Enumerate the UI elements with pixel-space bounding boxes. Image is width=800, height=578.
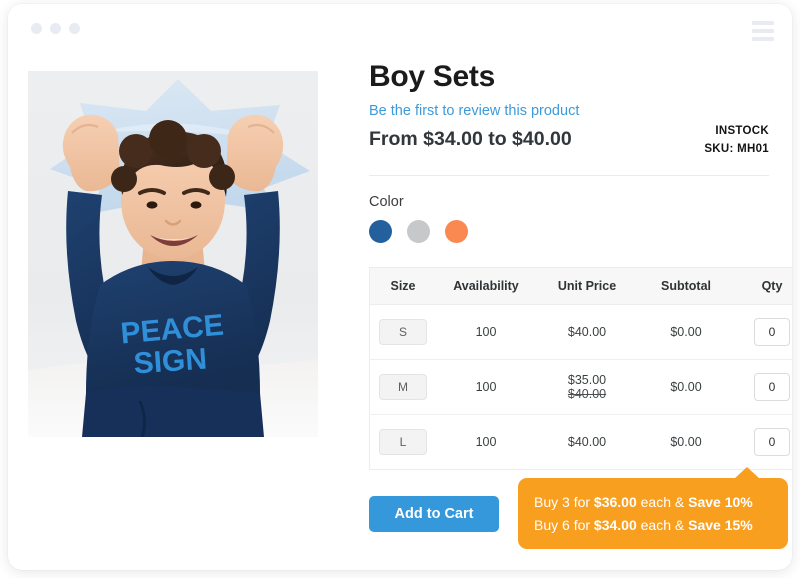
cell-qty (734, 304, 792, 360)
qty-input-s[interactable] (754, 318, 790, 346)
size-chip-s[interactable]: S (379, 319, 427, 345)
window-titlebar (8, 4, 792, 52)
cell-size: S (369, 304, 436, 360)
qty-input-l[interactable] (754, 428, 790, 456)
column-header-subtotal: Subtotal (638, 267, 734, 305)
color-swatch-blue[interactable] (369, 220, 392, 243)
price-row: From $34.00 to $40.00 INSTOCK SKU: MH01 (369, 125, 769, 166)
unit-price-old: $40.00 (567, 387, 607, 401)
size-chip-l[interactable]: L (379, 429, 427, 455)
product-details: Boy Sets Be the first to review this pro… (369, 60, 792, 532)
cell-size: L (370, 415, 437, 470)
table-row: M 100 $35.00 $40.00 $0.00 (369, 359, 792, 415)
svg-text:SIGN: SIGN (133, 343, 208, 381)
unit-price-value: $40.00 (567, 325, 607, 339)
price-range: From $34.00 to $40.00 (369, 128, 572, 150)
table-head: Size Availability Unit Price Subtotal Qt… (369, 267, 792, 305)
tier-1-price: $36.00 (593, 494, 637, 510)
add-to-cart-button[interactable]: Add to Cart (369, 496, 499, 532)
cell-unit-price: $40.00 (536, 304, 638, 360)
cell-qty (734, 359, 792, 415)
tier-price-line-2: Buy 6 for $34.00 each & Save 15% (534, 514, 772, 537)
table-body: S 100 $40.00 $0.00 M (369, 304, 793, 470)
size-chip-m[interactable]: M (379, 374, 427, 400)
tier-2-middle: each & (636, 516, 689, 533)
color-swatch-group (369, 220, 769, 243)
column-header-qty: Qty (734, 267, 792, 305)
column-header-availability: Availability (436, 267, 536, 305)
cell-unit-price: $40.00 (536, 415, 638, 470)
cell-unit-price: $35.00 $40.00 (536, 359, 638, 415)
unit-price-special: $35.00 (567, 373, 607, 387)
hamburger-bar-1 (752, 21, 774, 25)
cell-availability: 100 (436, 359, 536, 415)
stock-info: INSTOCK SKU: MH01 (704, 123, 769, 159)
tier-price-tooltip: Buy 3 for $36.00 each & Save 10% Buy 6 f… (518, 466, 788, 550)
window-dot-close[interactable] (31, 23, 42, 34)
status-badge: INSTOCK (715, 125, 769, 137)
grouped-product-table: Size Availability Unit Price Subtotal Qt… (369, 267, 792, 470)
tier-1-save: Save 10% (688, 494, 753, 510)
hamburger-menu-icon[interactable] (752, 21, 774, 41)
tier-1-prefix: Buy 3 for (534, 494, 594, 510)
section-divider (369, 175, 769, 176)
window-dot-minimize[interactable] (50, 23, 61, 34)
tier-2-save: Save 15% (688, 516, 753, 533)
column-header-size: Size (369, 267, 436, 305)
table-header-row: Size Availability Unit Price Subtotal Qt… (369, 267, 792, 305)
cell-availability: 100 (436, 304, 536, 360)
cell-subtotal: $0.00 (670, 435, 702, 449)
cell-availability: 100 (475, 435, 497, 449)
column-header-unit-price: Unit Price (536, 267, 638, 305)
review-link[interactable]: Be the first to review this product (369, 103, 579, 119)
color-option-label: Color (369, 194, 404, 210)
tier-2-price: $34.00 (593, 516, 637, 533)
product-image[interactable]: PEACE SIGN (28, 71, 318, 437)
qty-input-m[interactable] (754, 373, 790, 401)
color-swatch-gray[interactable] (407, 220, 430, 243)
page-content: PEACE SIGN Boy Sets Be the first to revi… (8, 52, 792, 570)
cell-subtotal: $0.00 (638, 359, 734, 415)
unit-price-value: $40.00 (567, 435, 607, 449)
hamburger-bar-3 (752, 37, 774, 41)
cell-subtotal: $0.00 (638, 304, 734, 360)
window-controls (31, 23, 80, 34)
color-swatch-orange[interactable] (445, 220, 468, 243)
window-dot-maximize[interactable] (69, 23, 80, 34)
page-title: Boy Sets (369, 60, 495, 93)
table-row: S 100 $40.00 $0.00 (369, 304, 792, 360)
hamburger-bar-2 (752, 29, 774, 33)
table-row: L 100 $40.00 $0.00 (370, 415, 793, 470)
tier-2-prefix: Buy 6 for (534, 516, 594, 533)
cell-qty (734, 415, 792, 470)
browser-window: PEACE SIGN Boy Sets Be the first to revi… (8, 4, 792, 570)
sku-label: SKU: MH01 (704, 142, 769, 155)
tier-price-line-1: Buy 3 for $36.00 each & Save 10% (534, 491, 772, 514)
tier-1-middle: each & (636, 494, 689, 510)
cell-size: M (369, 359, 436, 415)
